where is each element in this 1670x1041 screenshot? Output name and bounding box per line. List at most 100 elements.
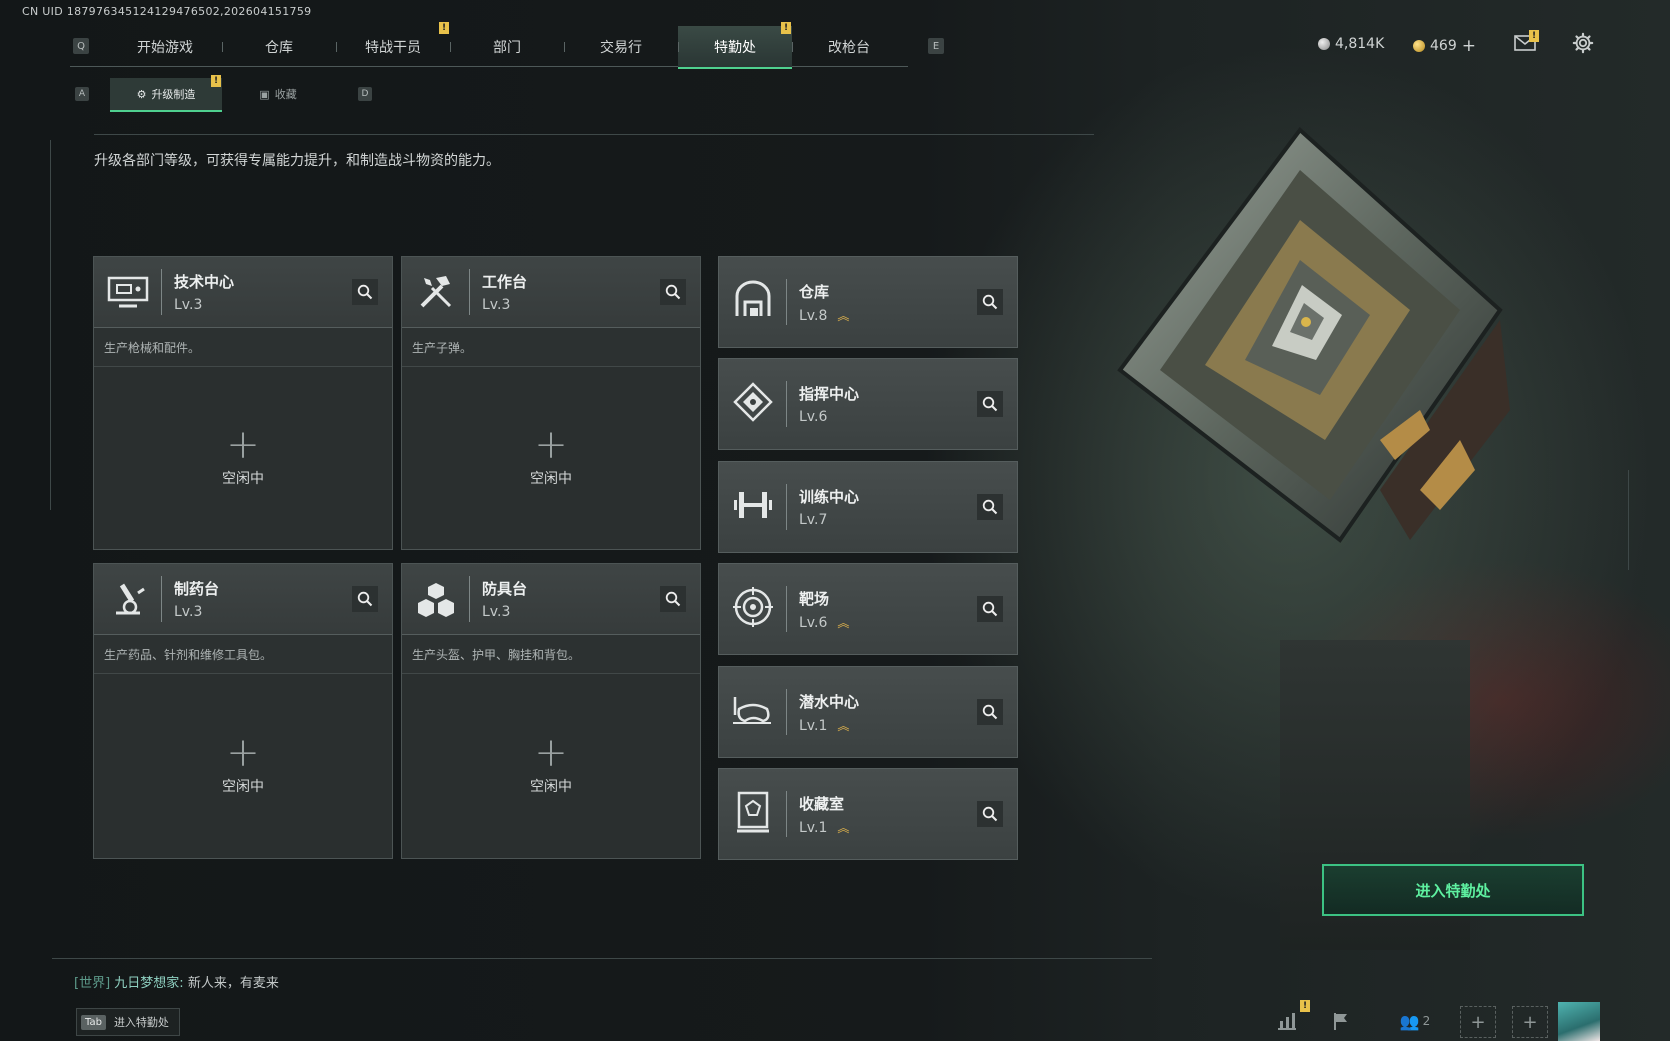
tab-key: Tab [81, 1014, 106, 1030]
upgrade-available-icon: ︽ [837, 309, 850, 323]
player-avatar[interactable] [1558, 1002, 1600, 1041]
subtab-prev-key[interactable]: A [75, 87, 89, 101]
flag-icon[interactable] [1324, 1006, 1358, 1036]
card-header: 工作台 Lv.3 [402, 257, 700, 328]
slot-status: 空闲中 [530, 779, 572, 795]
special-ops-cube-artwork [1080, 110, 1520, 550]
magnify-icon[interactable] [352, 586, 378, 612]
notification-badge: ! [1529, 30, 1539, 42]
uid-text: CN UID 187976345124129476502,20260415175… [22, 5, 312, 18]
add-slot-button[interactable]: + [1460, 1006, 1496, 1038]
tab-special-ops[interactable]: 特勤处 [678, 26, 792, 69]
station-description: 生产头盔、护甲、胸挂和背包。 [402, 635, 700, 674]
department-name: 指挥中心 [799, 385, 860, 403]
chat-message: 新人来，有麦来 [187, 976, 279, 991]
magnify-icon[interactable] [352, 279, 378, 305]
chat-line[interactable]: [世界] 九日梦想家: 新人来，有麦来 [74, 972, 279, 991]
slot-status: 空闲中 [222, 471, 264, 487]
sub-tabs: ⚙ 升级制造 ▣ 收藏 [110, 78, 334, 112]
department-card-warehouse[interactable]: 仓库 Lv.8 ︽ [718, 256, 1018, 348]
separator [161, 576, 162, 622]
display-case-icon [729, 789, 777, 835]
settings-gear-icon[interactable] [1572, 32, 1594, 58]
upgrade-available-icon: ︽ [837, 821, 850, 835]
subtab-next-key[interactable]: D [358, 87, 372, 101]
upgrade-available-icon: ︽ [837, 616, 850, 630]
subtab-collection[interactable]: ▣ 收藏 [222, 78, 334, 110]
silver-coin-icon [1318, 38, 1330, 50]
magnify-icon[interactable] [977, 494, 1003, 520]
magnify-icon[interactable] [977, 596, 1003, 622]
gold-coin-icon [1413, 40, 1425, 52]
upgrade-gear-icon: ⚙ [136, 87, 147, 101]
notification-badge: ! [439, 22, 449, 34]
armor-icon [412, 576, 460, 622]
station-level: Lv.3 [482, 297, 511, 313]
diving-mask-icon [729, 687, 777, 733]
department-level: Lv.8 ︽ [799, 308, 850, 324]
add-gold-button[interactable]: + [1462, 36, 1476, 56]
page-description: 升级各部门等级，可获得专属能力提升，和制造战斗物资的能力。 [94, 153, 500, 169]
department-level: Lv.7 [799, 512, 828, 528]
target-icon [729, 584, 777, 630]
magnify-icon[interactable] [977, 801, 1003, 827]
workstation-card-pharmacy: 制药台 Lv.3 生产药品、针剂和维修工具包。 + 空闲中 [93, 563, 393, 859]
tab-gunsmith[interactable]: 改枪台 [792, 26, 906, 67]
gold-amount: 469 [1430, 38, 1457, 54]
separator [469, 269, 470, 315]
station-description: 生产子弹。 [402, 328, 700, 367]
department-name: 仓库 [799, 283, 830, 301]
slot-status: 空闲中 [530, 471, 572, 487]
production-slot[interactable]: + 空闲中 [94, 674, 392, 858]
tab-shortcut-hint[interactable]: Tab 进入特勤处 [76, 1008, 180, 1036]
station-level: Lv.3 [174, 297, 203, 313]
department-card-diving-center[interactable]: 潜水中心 Lv.1 ︽ [718, 666, 1018, 758]
department-card-training-center[interactable]: 训练中心 Lv.7 [718, 461, 1018, 553]
card-header: 制药台 Lv.3 [94, 564, 392, 635]
enter-special-ops-button[interactable]: 进入特勤处 [1322, 864, 1584, 916]
tab-warehouse[interactable]: 仓库 [222, 26, 336, 67]
tab-department[interactable]: 部门 [450, 26, 564, 67]
computer-icon [104, 269, 152, 315]
separator [786, 381, 787, 427]
department-name: 潜水中心 [799, 693, 860, 711]
notification-badge: ! [1300, 1000, 1310, 1012]
production-slot[interactable]: + 空闲中 [94, 367, 392, 549]
add-icon: + [534, 422, 568, 468]
separator [786, 484, 787, 530]
magnify-icon[interactable] [660, 586, 686, 612]
friends-icon: 👥 [1399, 1011, 1420, 1031]
tab-operators[interactable]: 特战干员 [336, 26, 450, 67]
silver-amount: 4,814K [1335, 36, 1385, 52]
magnify-icon[interactable] [660, 279, 686, 305]
department-level: Lv.6 [799, 409, 828, 425]
deco-line [1628, 470, 1629, 570]
subtab-label: 收藏 [274, 88, 297, 101]
nav-prev-key[interactable]: Q [73, 38, 89, 54]
tab-trading[interactable]: 交易行 [564, 26, 678, 67]
stats-chart-icon[interactable] [1270, 1006, 1304, 1036]
station-level: Lv.3 [482, 604, 511, 620]
separator [786, 689, 787, 735]
card-header: 技术中心 Lv.3 [94, 257, 392, 328]
magnify-icon[interactable] [977, 699, 1003, 725]
nav-next-key[interactable]: E [928, 38, 944, 54]
add-slot-button[interactable]: + [1512, 1006, 1548, 1038]
subtab-upgrade-craft[interactable]: ⚙ 升级制造 [110, 78, 222, 112]
magnify-icon[interactable] [977, 289, 1003, 315]
department-card-command-center[interactable]: 指挥中心 Lv.6 [718, 358, 1018, 450]
production-slot[interactable]: + 空闲中 [402, 674, 700, 858]
warehouse-icon [729, 277, 777, 323]
tab-start-game[interactable]: 开始游戏 [108, 26, 222, 67]
deco-line [50, 140, 51, 510]
separator [786, 791, 787, 837]
production-slot[interactable]: + 空闲中 [402, 367, 700, 549]
friends-button[interactable]: 👥 2 [1390, 1006, 1440, 1036]
department-card-shooting-range[interactable]: 靶场 Lv.6 ︽ [718, 563, 1018, 655]
station-description: 生产药品、针剂和维修工具包。 [94, 635, 392, 674]
department-card-collection-room[interactable]: 收藏室 Lv.1 ︽ [718, 768, 1018, 860]
workstation-card-tech-center: 技术中心 Lv.3 生产枪械和配件。 + 空闲中 [93, 256, 393, 550]
friends-count: 2 [1422, 1014, 1431, 1028]
magnify-icon[interactable] [977, 391, 1003, 417]
tab-hint-label: 进入特勤处 [113, 1016, 169, 1029]
